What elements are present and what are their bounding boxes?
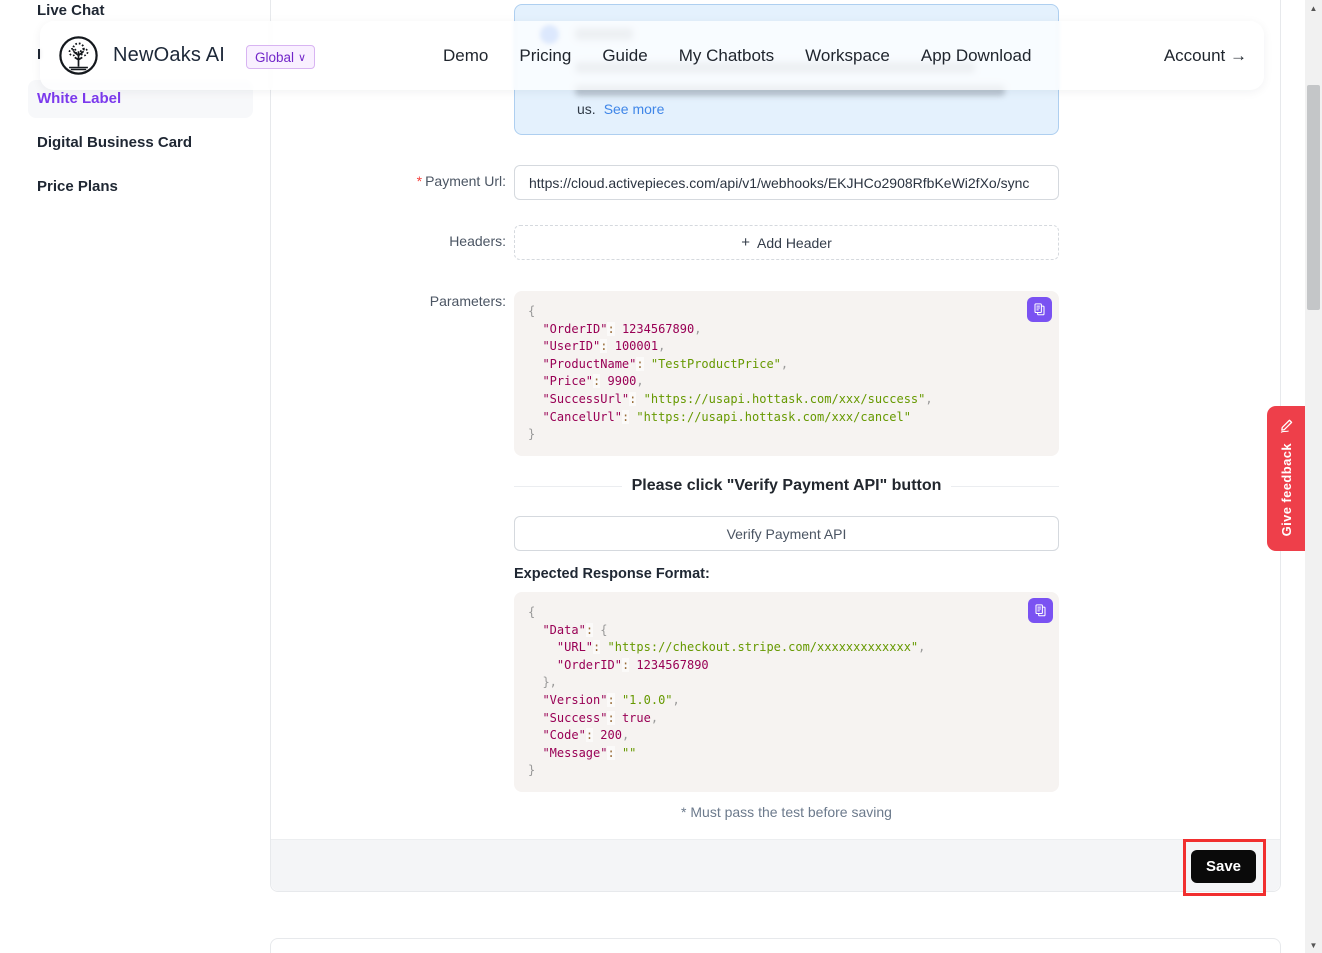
give-feedback-label: Give feedback [1279,443,1294,536]
top-navbar: NewOaks AI Global ∨ Demo Pricing Guide M… [40,21,1264,90]
nav-item-workspace[interactable]: Workspace [805,46,890,66]
scroll-up-arrow-icon[interactable]: ▲ [1305,0,1322,16]
save-button[interactable]: Save [1191,850,1256,883]
expected-response-label: Expected Response Format: [514,566,710,582]
sidebar-item-price-plans[interactable]: Price Plans [37,178,118,195]
nav-item-my-chatbots[interactable]: My Chatbots [679,46,774,66]
response-code-block: { "Data": { "URL": "https://checkout.str… [514,592,1059,792]
add-header-button[interactable]: + Add Header [514,225,1059,260]
payment-url-label: *Payment Url: [271,173,506,189]
vertical-scrollbar[interactable]: ▲ ▼ [1305,0,1322,953]
brand-name: NewOaks AI [113,44,225,67]
region-selector[interactable]: Global ∨ [246,45,315,69]
copy-icon [1033,603,1048,618]
nav-item-guide[interactable]: Guide [602,46,647,66]
parameters-code-block: { "OrderID": 1234567890, "UserID": 10000… [514,291,1059,456]
chevron-down-icon: ∨ [298,51,306,64]
pencil-icon [1278,416,1295,433]
must-pass-warning: * Must pass the test before saving [514,804,1059,820]
headers-label: Headers: [271,233,506,249]
reminder-truncated-text: us. [577,101,596,117]
payment-settings-card: us. See more *Payment Url: https://cloud.… [270,0,1281,892]
sidebar-item-digital-business-card[interactable]: Digital Business Card [37,134,192,151]
app-window: Live Chat I White Label Digital Business… [0,0,1322,953]
give-feedback-tab[interactable]: Give feedback [1267,406,1305,551]
sidebar: Live Chat I White Label Digital Business… [0,0,270,953]
account-link[interactable]: Account → [1164,21,1247,90]
verify-payment-api-button[interactable]: Verify Payment API [514,516,1059,551]
nav-item-demo[interactable]: Demo [443,46,488,66]
nav-menu: Demo Pricing Guide My Chatbots Workspace… [443,21,1031,90]
copy-parameters-button[interactable] [1027,297,1052,322]
scrollbar-thumb[interactable] [1307,85,1320,310]
verify-instruction-divider: Please click "Verify Payment API" button [514,477,1059,495]
see-more-link[interactable]: See more [604,101,665,117]
copy-icon [1032,302,1047,317]
sidebar-item-live-chat[interactable]: Live Chat [37,2,105,19]
card-footer: Save [271,839,1280,891]
verify-instruction-text: Please click "Verify Payment API" button [632,477,942,495]
brand-logo-icon [58,35,99,76]
sidebar-item-white-label[interactable]: White Label [37,90,121,107]
copy-response-button[interactable] [1028,598,1053,623]
scroll-down-arrow-icon[interactable]: ▼ [1305,937,1322,953]
nav-item-app-download[interactable]: App Download [921,46,1032,66]
parameters-label: Parameters: [271,293,506,309]
brand[interactable]: NewOaks AI [58,35,225,76]
payment-url-input[interactable]: https://cloud.activepieces.com/api/v1/we… [514,165,1059,200]
plus-icon: + [741,234,750,251]
required-asterisk: * [417,173,422,189]
nav-item-pricing[interactable]: Pricing [519,46,571,66]
next-section-card [270,938,1281,953]
